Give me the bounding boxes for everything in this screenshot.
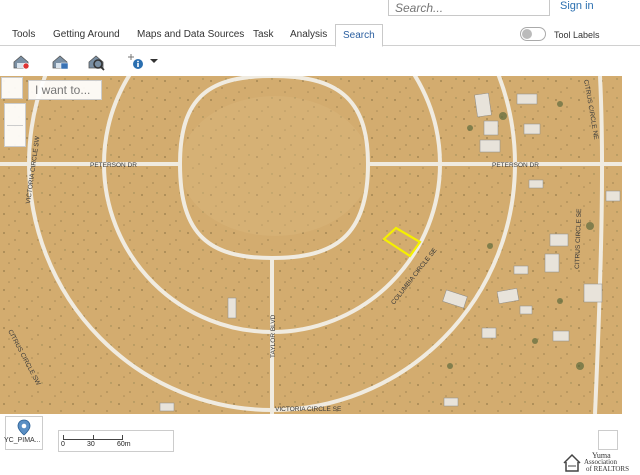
basemap-selector[interactable] [5,416,43,450]
road-label-peterson-right: PETERSON DR [492,162,539,169]
scale-mid-tick [93,435,94,440]
chevron-down-icon[interactable] [148,51,160,71]
scale-label-60: 60m [117,441,131,448]
tool-labels-label: Tool Labels [554,30,600,40]
i-want-to-menu[interactable]: I want to... [28,80,102,100]
identify-icon[interactable] [127,51,147,71]
zoom-out-button[interactable] [5,126,25,147]
search-address-icon[interactable] [50,51,70,71]
road-label-taylor: TAYLOR BLVD [270,314,277,358]
map-pin-icon [17,419,31,436]
map-canvas: PETERSON DR PETERSON DR VICTORIA CIRCLE … [0,76,622,414]
overview-map-button[interactable] [598,430,618,450]
scale-label-0: 0 [61,441,65,448]
road-label-victoria-se: VICTORIA CIRCLE SE [275,406,342,413]
road-label-peterson-left: PETERSON DR [90,162,137,169]
tab-bar: Tools Getting Around Maps and Data Sourc… [0,24,640,47]
tab-getting-around[interactable]: Getting Around [53,24,120,46]
sign-in-link[interactable]: Sign in [560,0,594,12]
realtors-logo: Yuma Association of REALTORS [562,450,640,475]
scale-label-30: 30 [87,441,95,448]
search-input[interactable] [388,0,550,16]
search-parcel-icon[interactable] [11,51,31,71]
top-bar: Sign in [0,0,640,22]
basemap-label: YC_PIMA... [4,437,41,444]
tab-task[interactable]: Task [253,24,274,46]
gis-map-page: Sign in Tools Getting Around Maps and Da… [0,0,640,475]
tool-labels-toggle[interactable] [520,27,546,41]
scale-bar: 0 30 60m [58,430,174,452]
logo-line3: of REALTORS [586,465,629,473]
tab-analysis[interactable]: Analysis [290,24,327,46]
tab-maps-and-data-sources[interactable]: Maps and Data Sources [137,24,244,46]
zoom-controls [4,103,26,147]
map-view[interactable]: PETERSON DR PETERSON DR VICTORIA CIRCLE … [0,76,622,414]
house-logo-icon [563,453,581,472]
search-zoom-icon[interactable] [86,51,106,71]
zoom-in-button[interactable] [5,104,25,125]
tab-tools[interactable]: Tools [12,24,35,46]
home-button[interactable] [1,77,23,99]
search-toolbar [0,47,640,75]
tab-search[interactable]: Search [335,24,383,47]
